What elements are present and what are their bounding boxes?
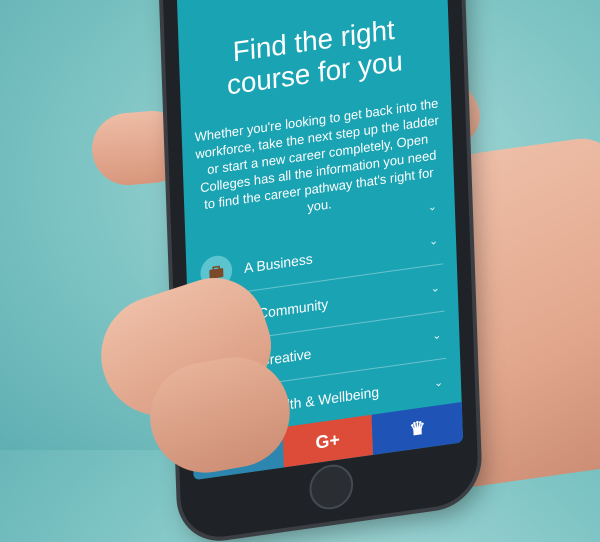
chevron-down-icon[interactable]: ⌄	[432, 328, 442, 342]
course-label: A Business	[243, 250, 313, 277]
chevron-down-icon[interactable]: ⌄	[430, 281, 440, 295]
intro-text: Whether you're looking to get back into …	[194, 95, 440, 215]
crown-icon: ♛	[409, 416, 426, 440]
chevron-down-icon[interactable]: ⌄	[429, 234, 439, 248]
chevron-down-icon[interactable]: ⌄	[428, 200, 438, 214]
chevron-down-icon[interactable]: ⌄	[434, 375, 444, 389]
page-title: Find the right course for you	[196, 9, 432, 106]
